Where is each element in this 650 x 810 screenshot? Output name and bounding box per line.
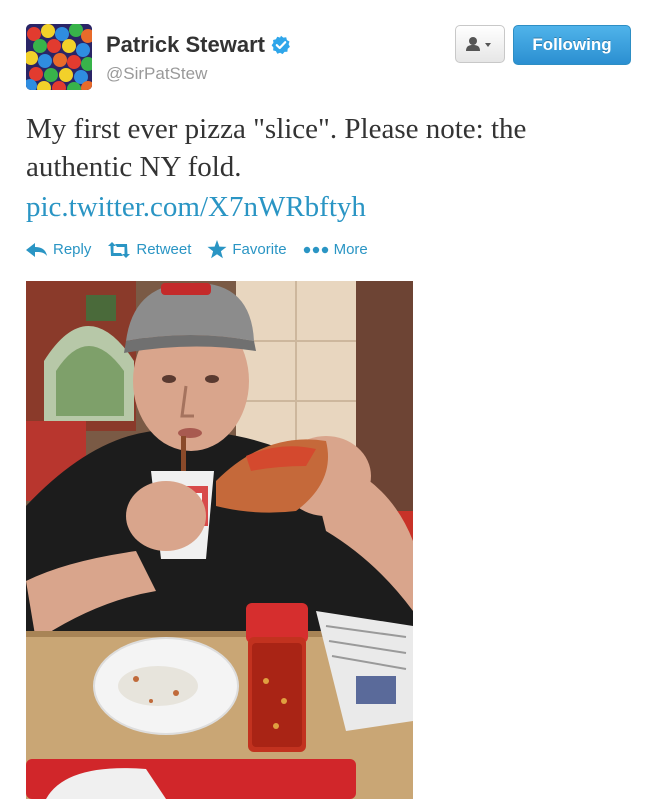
retweet-label: Retweet bbox=[136, 241, 192, 258]
user-name[interactable]: Patrick Stewart bbox=[106, 32, 265, 58]
more-label: More bbox=[333, 241, 368, 258]
tweet-card: Patrick Stewart @SirPatStew Following My… bbox=[0, 0, 650, 810]
tweet-photo-image bbox=[26, 281, 413, 799]
avatar[interactable] bbox=[26, 24, 92, 90]
person-dropdown-icon bbox=[466, 37, 491, 51]
dots-icon bbox=[303, 246, 328, 253]
tweet-text: My first ever pizza "slice". Please note… bbox=[26, 113, 527, 183]
reply-action[interactable]: Reply bbox=[26, 241, 91, 258]
user-name-row: Patrick Stewart bbox=[106, 32, 291, 58]
tweet-actions: Reply Retweet Favorite More bbox=[26, 240, 384, 259]
user-handle[interactable]: @SirPatStew bbox=[106, 64, 207, 84]
favorite-label: Favorite bbox=[232, 241, 287, 258]
user-actions-dropdown[interactable] bbox=[455, 25, 505, 63]
retweet-icon bbox=[108, 241, 131, 258]
tweet-media-link[interactable]: pic.twitter.com/X7nWRbftyh bbox=[26, 188, 366, 226]
following-button[interactable]: Following bbox=[513, 25, 631, 65]
more-action[interactable]: More bbox=[303, 241, 368, 258]
verified-badge-icon bbox=[271, 35, 290, 55]
reply-label: Reply bbox=[53, 241, 92, 258]
retweet-action[interactable]: Retweet bbox=[107, 241, 191, 258]
avatar-image bbox=[26, 24, 92, 90]
tweet-photo[interactable] bbox=[26, 281, 413, 799]
reply-icon bbox=[26, 242, 47, 257]
star-icon bbox=[207, 240, 227, 259]
favorite-action[interactable]: Favorite bbox=[207, 240, 287, 259]
